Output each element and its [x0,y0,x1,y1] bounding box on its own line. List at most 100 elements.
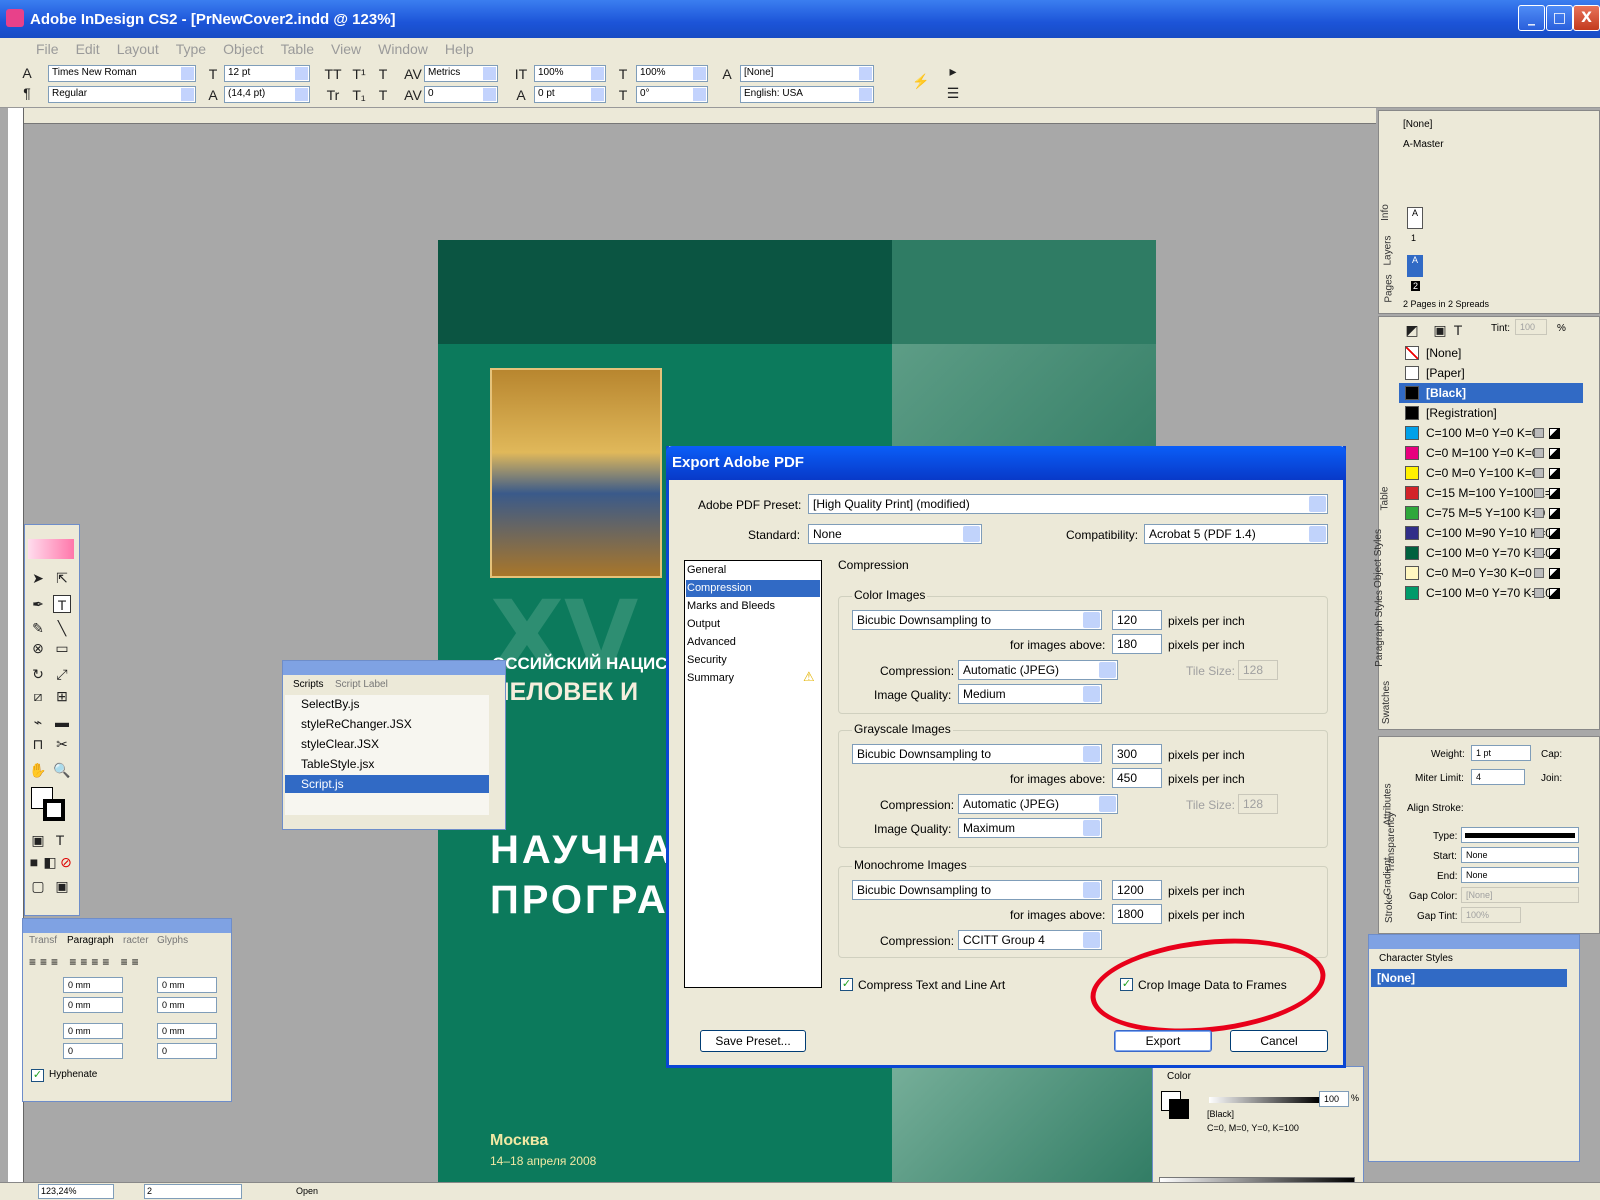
tab-swatches[interactable]: Swatches [1381,681,1392,724]
menu-file[interactable]: File [36,41,59,57]
language-select[interactable]: English: USA [740,86,874,103]
zoom-field[interactable]: 123,24% [38,1184,114,1199]
horizontal-scale-field[interactable]: 100% [636,65,708,82]
color-stroke-icon[interactable] [1169,1099,1189,1119]
swatch-item[interactable]: C=75 M=5 Y=100 K=0 [1399,503,1583,523]
alignment-buttons-icon[interactable]: ≡≡≡ ≡≡≡≡ ≡≡ [29,955,143,969]
character-mode-icon[interactable]: A [18,64,36,82]
nav-output[interactable]: Output [687,618,720,630]
font-family-select[interactable]: Times New Roman [48,65,196,82]
eyedropper-tool-icon[interactable]: ⌁ [29,713,47,731]
superscript-icon[interactable]: T¹ [350,65,368,83]
script-item-stylerechanger[interactable]: styleReChanger.JSX [301,717,412,731]
strikethrough-icon[interactable]: T [374,86,392,104]
free-transform-tool-icon[interactable]: ⊞ [53,687,71,705]
color-downsample-select[interactable]: Bicubic Downsampling to [852,610,1102,630]
cancel-button[interactable]: Cancel [1230,1030,1328,1052]
script-item-styleclear[interactable]: styleClear.JSX [301,737,379,751]
menu-table[interactable]: Table [281,41,314,57]
nav-advanced[interactable]: Advanced [687,636,736,648]
nav-compression[interactable]: Compression [687,582,752,594]
line-tool-icon[interactable]: ╲ [53,619,71,637]
character-styles-tab[interactable]: Character Styles [1379,953,1453,964]
text-formatting-icon[interactable]: T [1449,321,1467,339]
maximize-button[interactable]: □ [1546,5,1573,31]
mono-downsample-select[interactable]: Bicubic Downsampling to [852,880,1102,900]
panel-menu-icon[interactable]: ▸ [944,62,962,80]
drop-cap-chars-field[interactable]: 0 [157,1043,217,1059]
color-quality-select[interactable]: Medium [958,684,1102,704]
tab-info[interactable]: Info [1380,204,1391,221]
formatting-container-icon[interactable]: ▣ [29,831,47,849]
mono-compression-select[interactable]: CCITT Group 4 [958,930,1102,950]
zoom-tool-icon[interactable]: 🔍 [53,761,71,779]
miter-field[interactable]: 4 [1471,769,1525,785]
paragraph-mode-icon[interactable]: ¶ [18,84,36,102]
type-tool-icon[interactable]: T [53,595,71,613]
gray-downsample-select[interactable]: Bicubic Downsampling to [852,744,1102,764]
underline-icon[interactable]: T [374,65,392,83]
trinity-icon-image[interactable] [490,368,662,578]
color-ppi-field[interactable]: 120 [1112,610,1162,630]
page-2-thumbnail[interactable]: A [1407,255,1423,277]
page-1-thumbnail[interactable]: A [1407,207,1423,229]
swatch-item[interactable]: [Registration] [1399,403,1583,423]
compress-text-checkbox[interactable]: ✓ [840,978,853,991]
close-button[interactable]: X [1573,5,1600,31]
weight-field[interactable]: 1 pt [1471,745,1531,761]
export-button[interactable]: Export [1114,1030,1212,1052]
scissors-tool-icon[interactable]: ✂ [53,735,71,753]
normal-view-icon[interactable]: ▢ [29,877,47,895]
button-tool-icon[interactable]: ⊓ [29,735,47,753]
tab-stroke[interactable]: Stroke [1384,894,1395,923]
start-select[interactable]: None [1461,847,1579,863]
preset-select[interactable]: [High Quality Print] (modified) [808,494,1328,514]
menu-layout[interactable]: Layout [117,41,159,57]
nav-general[interactable]: General [687,564,726,576]
standard-select[interactable]: None [808,524,982,544]
pen-tool-icon[interactable]: ✒ [29,595,47,613]
menu-window[interactable]: Window [378,41,428,57]
hand-tool-icon[interactable]: ✋ [29,761,47,779]
gray-ppi-field[interactable]: 300 [1112,744,1162,764]
mono-ppi-field[interactable]: 1200 [1112,880,1162,900]
gap-tint-field[interactable]: 100% [1461,907,1521,923]
mono-above-field[interactable]: 1800 [1112,904,1162,924]
swatch-item[interactable]: C=100 M=0 Y=70 K=40 [1399,543,1583,563]
tab-pages[interactable]: Pages [1384,274,1395,302]
leading-field[interactable]: (14,4 pt) [224,86,310,103]
swatch-item[interactable]: C=0 M=0 Y=30 K=0 [1399,563,1583,583]
formatting-text-icon[interactable]: T [51,831,69,849]
swatch-item[interactable]: [None] [1399,343,1583,363]
stroke-type-select[interactable] [1461,827,1579,843]
menu-object[interactable]: Object [223,41,263,57]
menu-help[interactable]: Help [445,41,474,57]
vertical-scale-field[interactable]: 100% [534,65,606,82]
subscript-icon[interactable]: T₁ [350,86,368,104]
right-indent-field[interactable]: 0 mm [157,977,217,993]
save-preset-button[interactable]: Save Preset... [700,1030,806,1052]
tab-character[interactable]: racter [123,935,149,946]
swatch-item[interactable]: C=100 M=0 Y=0 K=0 [1399,423,1583,443]
script-item-script[interactable]: Script.js [301,777,344,791]
tab-script-label[interactable]: Script Label [335,679,388,690]
hyphenate-checkbox[interactable]: ✓ [31,1069,44,1082]
indesign-app-icon[interactable] [6,9,24,27]
font-size-field[interactable]: 12 pt [224,65,310,82]
swatch-item[interactable]: C=0 M=0 Y=100 K=0 [1399,463,1583,483]
gradient-tool-icon[interactable]: ▬ [53,713,71,731]
gray-compression-select[interactable]: Automatic (JPEG) [958,794,1118,814]
swatch-item[interactable]: C=100 M=0 Y=70 K=10 [1399,583,1583,603]
menu-edit[interactable]: Edit [76,41,100,57]
color-compression-select[interactable]: Automatic (JPEG) [958,660,1118,680]
small-caps-icon[interactable]: Tr [324,86,342,104]
gray-quality-select[interactable]: Maximum [958,818,1102,838]
gap-color-select[interactable]: [None] [1461,887,1579,903]
tab-layers[interactable]: Layers [1383,235,1394,265]
script-item-selectby[interactable]: SelectBy.js [301,697,359,711]
swatch-item[interactable]: [Black] [1399,383,1583,403]
all-caps-icon[interactable]: TT [324,65,342,83]
swatch-item[interactable]: C=15 M=100 Y=100 K=0 [1399,483,1583,503]
character-style-select[interactable]: [None] [740,65,874,82]
fill-stroke-icon[interactable]: ◩ [1403,321,1421,339]
